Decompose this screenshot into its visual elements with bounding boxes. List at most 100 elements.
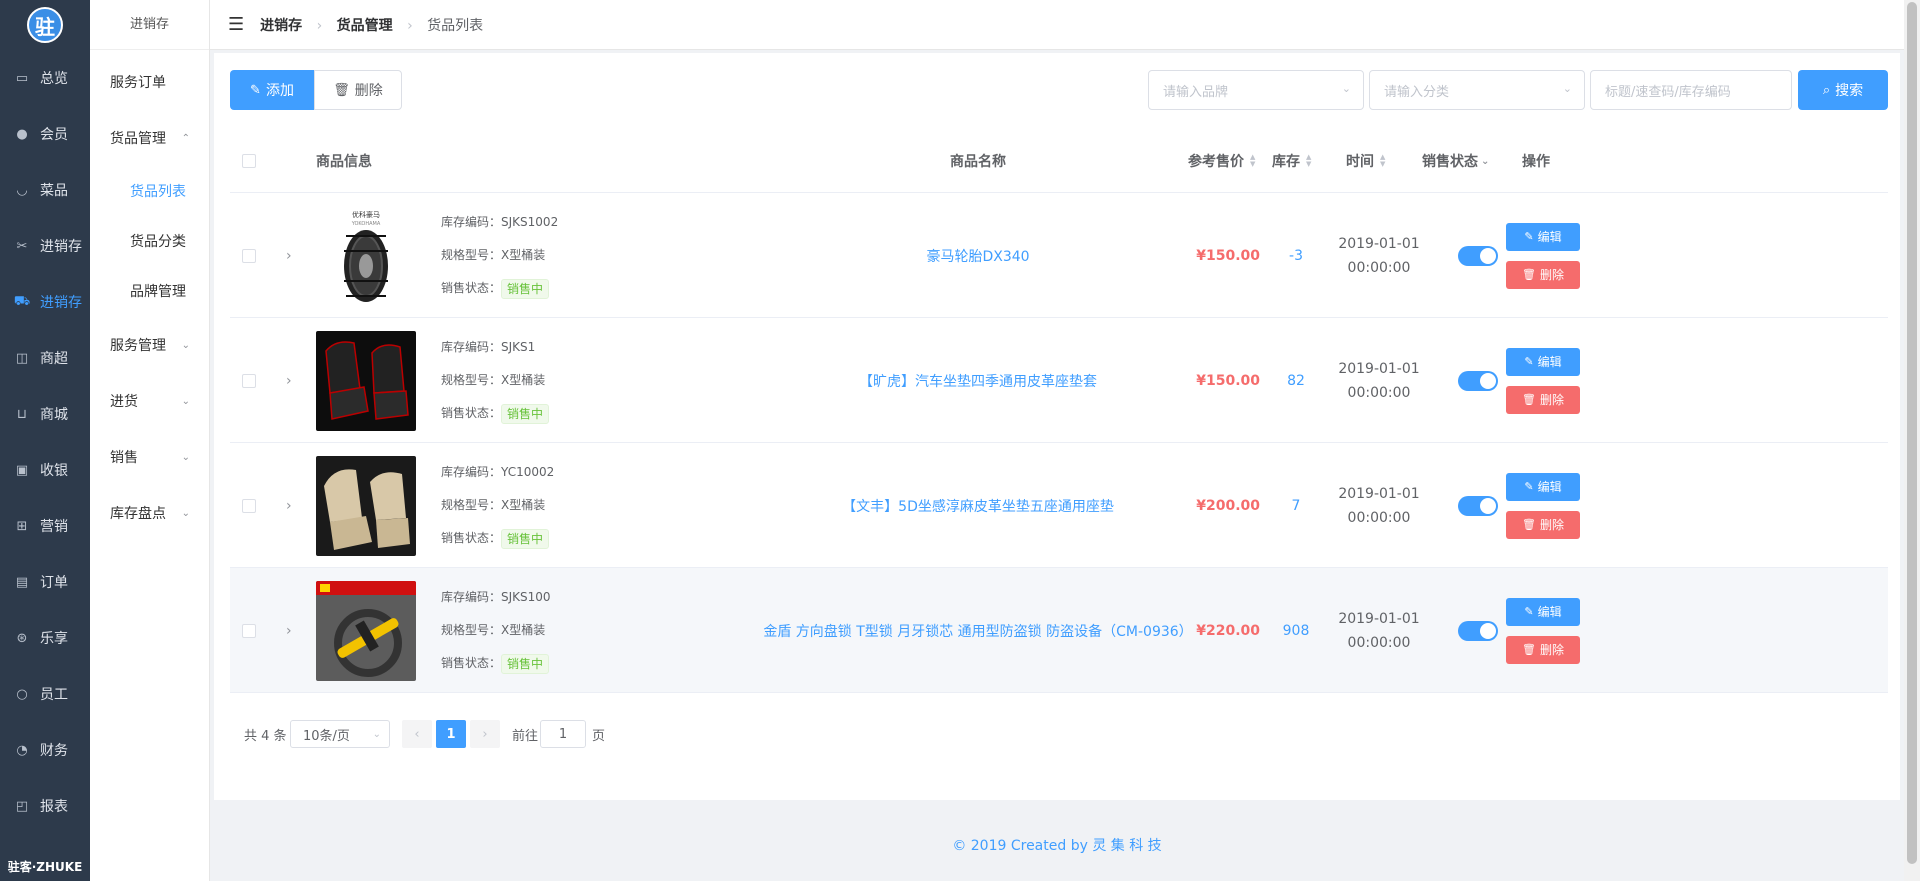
checkbox[interactable]	[242, 498, 256, 513]
table-row[interactable]: › 库存编码：YC10002 规格型号：X型桶装 销售状态： 销售中 【文丰】5D坐感淳麻…	[230, 443, 1888, 568]
search-button[interactable]: ⌕ 搜索	[1798, 70, 1888, 110]
chevron-down-icon: ⌄	[372, 728, 381, 740]
delete-row-button[interactable]: 🗑 删除	[1506, 260, 1580, 289]
submenu-item[interactable]: 货品分类	[90, 221, 210, 261]
product-name-link[interactable]: 金盾 方向盘锁 T型锁 月牙锁芯 通用型防盗锁 防盗设备（CM-0936）	[750, 568, 1206, 693]
toggle-switch[interactable]	[1458, 370, 1498, 391]
rail-item[interactable]: ⊛ 乐享	[0, 618, 90, 658]
app-logo[interactable]: 驻	[27, 7, 63, 43]
product-name-link[interactable]: 【旷虎】汽车坐垫四季通用皮革座垫套	[750, 318, 1206, 443]
filter-chevron-icon[interactable]: ⌄	[1481, 156, 1489, 167]
sort-icon[interactable]: ▲ ▼	[1306, 154, 1311, 168]
breadcrumb-item[interactable]: 进销存	[260, 18, 302, 34]
sale-status-switch[interactable]	[1458, 443, 1498, 568]
stock-value[interactable]: 7	[1268, 443, 1324, 568]
stock-value[interactable]: 908	[1268, 568, 1324, 693]
delete-button[interactable]: 🗑 删除	[314, 70, 402, 110]
category-select[interactable]: 请输入分类 ⌄	[1369, 70, 1585, 110]
spec-line: 规格型号：X型桶装	[441, 364, 549, 397]
scrollbar-thumb[interactable]	[1907, 2, 1917, 864]
rail-item[interactable]: ▣ 收银	[0, 450, 90, 490]
next-page-button[interactable]: ›	[470, 720, 500, 748]
header-status[interactable]: 销售状态 ⌄	[1422, 129, 1489, 193]
sort-icon[interactable]: ▲ ▼	[1250, 154, 1255, 168]
stock-value[interactable]: 82	[1268, 318, 1324, 443]
table-row[interactable]: › 优科豪马 YOKOHAMA 库存编码：SJKS1002 规格型号：X型桶装 销售状态：…	[230, 193, 1888, 318]
toggle-switch[interactable]	[1458, 620, 1498, 641]
table-row[interactable]: › 库存编码：SJKS100 规格型号：X型桶装 销售状态： 销售中 金盾 方向盘锁 T型…	[230, 568, 1888, 693]
product-thumbnail[interactable]	[316, 568, 416, 693]
stock-value[interactable]: -3	[1268, 193, 1324, 318]
add-button[interactable]: ✎ 添加	[230, 70, 314, 110]
checkbox[interactable]	[242, 154, 256, 168]
edit-button[interactable]: ✎ 编辑	[1506, 347, 1580, 376]
stock-code-line: 库存编码：SJKS1	[441, 331, 549, 364]
rail-item[interactable]: ✂ 进销存	[0, 226, 90, 266]
search-input[interactable]: 标题/速查码/库存编码	[1590, 70, 1792, 110]
expand-chevron-icon[interactable]: ›	[286, 318, 292, 443]
rail-item[interactable]: ◔ 财务	[0, 730, 90, 770]
brand-label: 驻客·ZHUKE	[7, 860, 83, 874]
delete-row-button[interactable]: 🗑 删除	[1506, 385, 1580, 414]
rail-item[interactable]: ⛟ 进销存	[0, 282, 90, 322]
sale-status-switch[interactable]	[1458, 318, 1498, 443]
sort-icon[interactable]: ▲ ▼	[1380, 154, 1385, 168]
edit-button[interactable]: ✎ 编辑	[1506, 222, 1580, 251]
product-name-link[interactable]: 豪马轮胎DX340	[750, 193, 1206, 318]
submenu-item[interactable]: 库存盘点 ⌄	[90, 493, 210, 533]
submenu-item[interactable]: 销售 ⌄	[90, 437, 210, 477]
prev-page-button[interactable]: ‹	[402, 720, 432, 748]
rail-item[interactable]: ◡ 菜品	[0, 170, 90, 210]
checkbox[interactable]	[242, 373, 256, 388]
rail-item[interactable]: ⊔ 商城	[0, 394, 90, 434]
toggle-switch[interactable]	[1458, 245, 1498, 266]
delete-row-button[interactable]: 🗑 删除	[1506, 510, 1580, 539]
header-time[interactable]: 时间 ▲ ▼	[1346, 129, 1385, 193]
checkbox[interactable]	[242, 623, 256, 638]
rail-item[interactable]: ● 会员	[0, 114, 90, 154]
toggle-switch[interactable]	[1458, 495, 1498, 516]
row-select[interactable]	[242, 318, 256, 443]
app-rail: 驻 ▭ 总览 ● 会员 ◡ 菜品 ✂ 进销存 ⛟ 进销存 ◫ 商超 ⊔ 商城 ▣ 收银 ⊞ 营销 ▤ 订单 ⊛ 乐享 ○ 员工…	[0, 0, 90, 881]
expand-chevron-icon[interactable]: ›	[286, 193, 292, 318]
submenu-item[interactable]: 服务订单	[90, 62, 210, 102]
submenu-item[interactable]: 货品列表	[90, 171, 210, 211]
edit-button[interactable]: ✎ 编辑	[1506, 472, 1580, 501]
select-all-checkbox[interactable]	[242, 129, 256, 193]
row-select[interactable]	[242, 193, 256, 318]
page-size-select[interactable]: 10条/页 ⌄	[290, 720, 390, 748]
expand-chevron-icon[interactable]: ›	[286, 568, 292, 693]
time-value: 2019-01-01 00:00:00	[1330, 568, 1428, 693]
page-number[interactable]: 1	[436, 720, 466, 748]
submenu-item[interactable]: 品牌管理	[90, 271, 210, 311]
product-thumbnail[interactable]: 优科豪马 YOKOHAMA	[316, 193, 416, 318]
submenu-item[interactable]: 进货 ⌄	[90, 381, 210, 421]
row-select[interactable]	[242, 568, 256, 693]
checkbox[interactable]	[242, 248, 256, 263]
rail-item[interactable]: ◫ 商超	[0, 338, 90, 378]
header-price[interactable]: 参考售价 ▲ ▼	[1188, 129, 1255, 193]
submenu-item[interactable]: 服务管理 ⌄	[90, 325, 210, 365]
row-select[interactable]	[242, 443, 256, 568]
rail-item[interactable]: ⊞ 营销	[0, 506, 90, 546]
breadcrumb-item[interactable]: 货品管理	[337, 18, 393, 34]
product-thumbnail[interactable]	[316, 318, 416, 443]
expand-chevron-icon[interactable]: ›	[286, 443, 292, 568]
delete-row-button[interactable]: 🗑 删除	[1506, 635, 1580, 664]
header-stock[interactable]: 库存 ▲ ▼	[1272, 129, 1311, 193]
menu-toggle-icon[interactable]: ☰	[228, 14, 244, 35]
rail-item[interactable]: ◰ 报表	[0, 786, 90, 826]
scrollbar[interactable]	[1904, 0, 1920, 881]
product-thumbnail[interactable]	[316, 443, 416, 568]
edit-button[interactable]: ✎ 编辑	[1506, 597, 1580, 626]
rail-item[interactable]: ▤ 订单	[0, 562, 90, 602]
goto-page-input[interactable]: 1	[540, 720, 586, 748]
submenu-item[interactable]: 货品管理 ⌃	[90, 118, 210, 158]
sale-status-switch[interactable]	[1458, 568, 1498, 693]
brand-select[interactable]: 请输入品牌 ⌄	[1148, 70, 1364, 110]
table-row[interactable]: › 库存编码：SJKS1 规格型号：X型桶装 销售状态： 销售中 【旷虎】汽车坐垫四季通用…	[230, 318, 1888, 443]
rail-item[interactable]: ▭ 总览	[0, 58, 90, 98]
rail-item[interactable]: ○ 员工	[0, 674, 90, 714]
sale-status-switch[interactable]	[1458, 193, 1498, 318]
product-name-link[interactable]: 【文丰】5D坐感淳麻皮革坐垫五座通用座垫	[750, 443, 1206, 568]
